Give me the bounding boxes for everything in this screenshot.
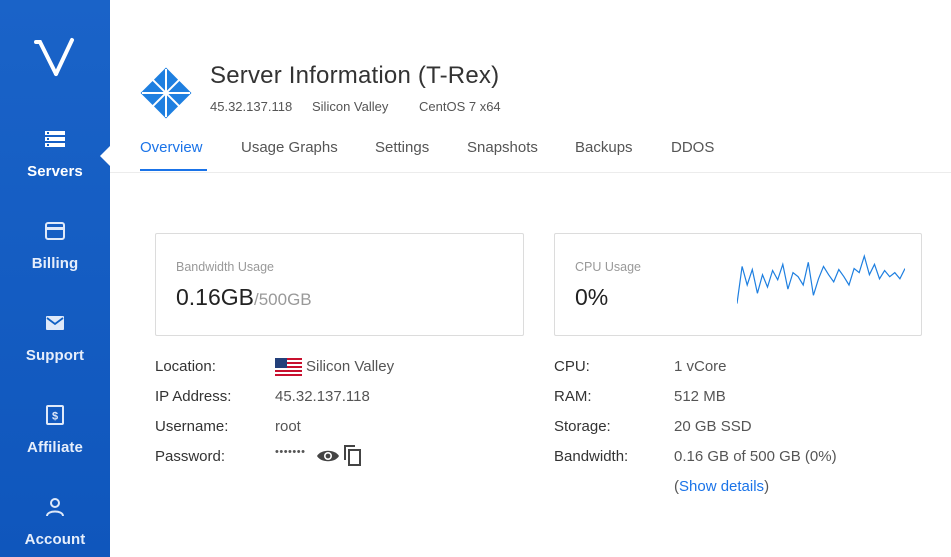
cpu-value: 1 vCore: [674, 358, 727, 375]
tab-ddos[interactable]: DDOS: [671, 139, 714, 156]
sidebar-item-label: Support: [25, 347, 85, 364]
paren-close: ): [764, 478, 770, 495]
sidebar-item-servers[interactable]: Servers: [0, 128, 110, 180]
password-label: Password:: [155, 448, 226, 465]
credit-card-icon: [45, 222, 65, 240]
sidebar-item-label: Billing: [31, 255, 79, 272]
cpu-sparkline: [737, 254, 905, 304]
cpu-usage-value: 0%: [575, 284, 609, 310]
ram-value: 512 MB: [674, 388, 726, 405]
active-tab-indicator: [140, 169, 207, 171]
bandwidth-used: 0.16GB: [176, 284, 254, 310]
servers-icon: [45, 131, 65, 147]
bandwidth-usage-card: Bandwidth Usage 0.16GB/500GB: [155, 233, 524, 336]
mail-icon: [46, 316, 64, 330]
sidebar-item-label: Account: [24, 531, 86, 548]
sidebar: Servers Billing Support $ Affiliate Acco…: [0, 0, 110, 557]
ram-label: RAM:: [554, 388, 592, 405]
centos-logo-icon: [140, 67, 192, 119]
bandwidth-usage-label: Bandwidth Usage: [176, 260, 274, 274]
bandwidth-usage-value: 0.16GB/500GB: [176, 284, 312, 311]
ip-address-label: IP Address:: [155, 388, 232, 405]
cpu-sparkline-path: [737, 254, 905, 304]
server-location: Silicon Valley: [312, 99, 389, 114]
location-value: Silicon Valley: [306, 358, 395, 375]
password-value: •••••••: [275, 446, 306, 458]
sidebar-item-label: Servers: [27, 163, 83, 180]
sidebar-item-billing[interactable]: Billing: [0, 220, 110, 272]
show-details: (Show details): [674, 478, 769, 495]
tab-settings[interactable]: Settings: [375, 139, 429, 156]
tab-divider: [110, 172, 951, 173]
svg-text:$: $: [52, 411, 58, 423]
username-label: Username:: [155, 418, 229, 435]
bandwidth-label: Bandwidth:: [554, 448, 629, 465]
show-password-eye-icon[interactable]: [316, 448, 340, 464]
show-details-link[interactable]: Show details: [679, 478, 764, 495]
user-icon: [46, 498, 64, 517]
copy-password-icon[interactable]: [342, 444, 362, 466]
vultr-logo[interactable]: [34, 36, 76, 78]
sidebar-item-support[interactable]: Support: [0, 312, 110, 364]
cpu-usage-card: CPU Usage 0%: [554, 233, 922, 336]
storage-value: 20 GB SSD: [674, 418, 752, 435]
server-os: CentOS 7 x64: [419, 99, 501, 114]
username-value: root: [275, 418, 301, 435]
page-title: Server Information (T-Rex): [210, 62, 500, 89]
us-flag-icon: [275, 358, 302, 376]
sidebar-item-account[interactable]: Account: [0, 496, 110, 548]
sidebar-item-label: Affiliate: [27, 439, 83, 456]
tab-overview[interactable]: Overview: [140, 139, 203, 156]
tab-backups[interactable]: Backups: [575, 139, 633, 156]
cpu-label: CPU:: [554, 358, 590, 375]
ip-address-value: 45.32.137.118: [275, 388, 370, 405]
dollar-icon: $: [46, 405, 64, 425]
location-label: Location:: [155, 358, 216, 375]
bandwidth-value: 0.16 GB of 500 GB (0%): [674, 448, 837, 465]
cpu-usage-label: CPU Usage: [575, 260, 641, 274]
tab-snapshots[interactable]: Snapshots: [467, 139, 538, 156]
sidebar-item-affiliate[interactable]: $ Affiliate: [0, 404, 110, 456]
bandwidth-total: /500GB: [254, 290, 312, 309]
storage-label: Storage:: [554, 418, 611, 435]
active-indicator: [100, 146, 110, 166]
server-ip: 45.32.137.118: [210, 99, 293, 114]
tab-usage-graphs[interactable]: Usage Graphs: [241, 139, 338, 156]
